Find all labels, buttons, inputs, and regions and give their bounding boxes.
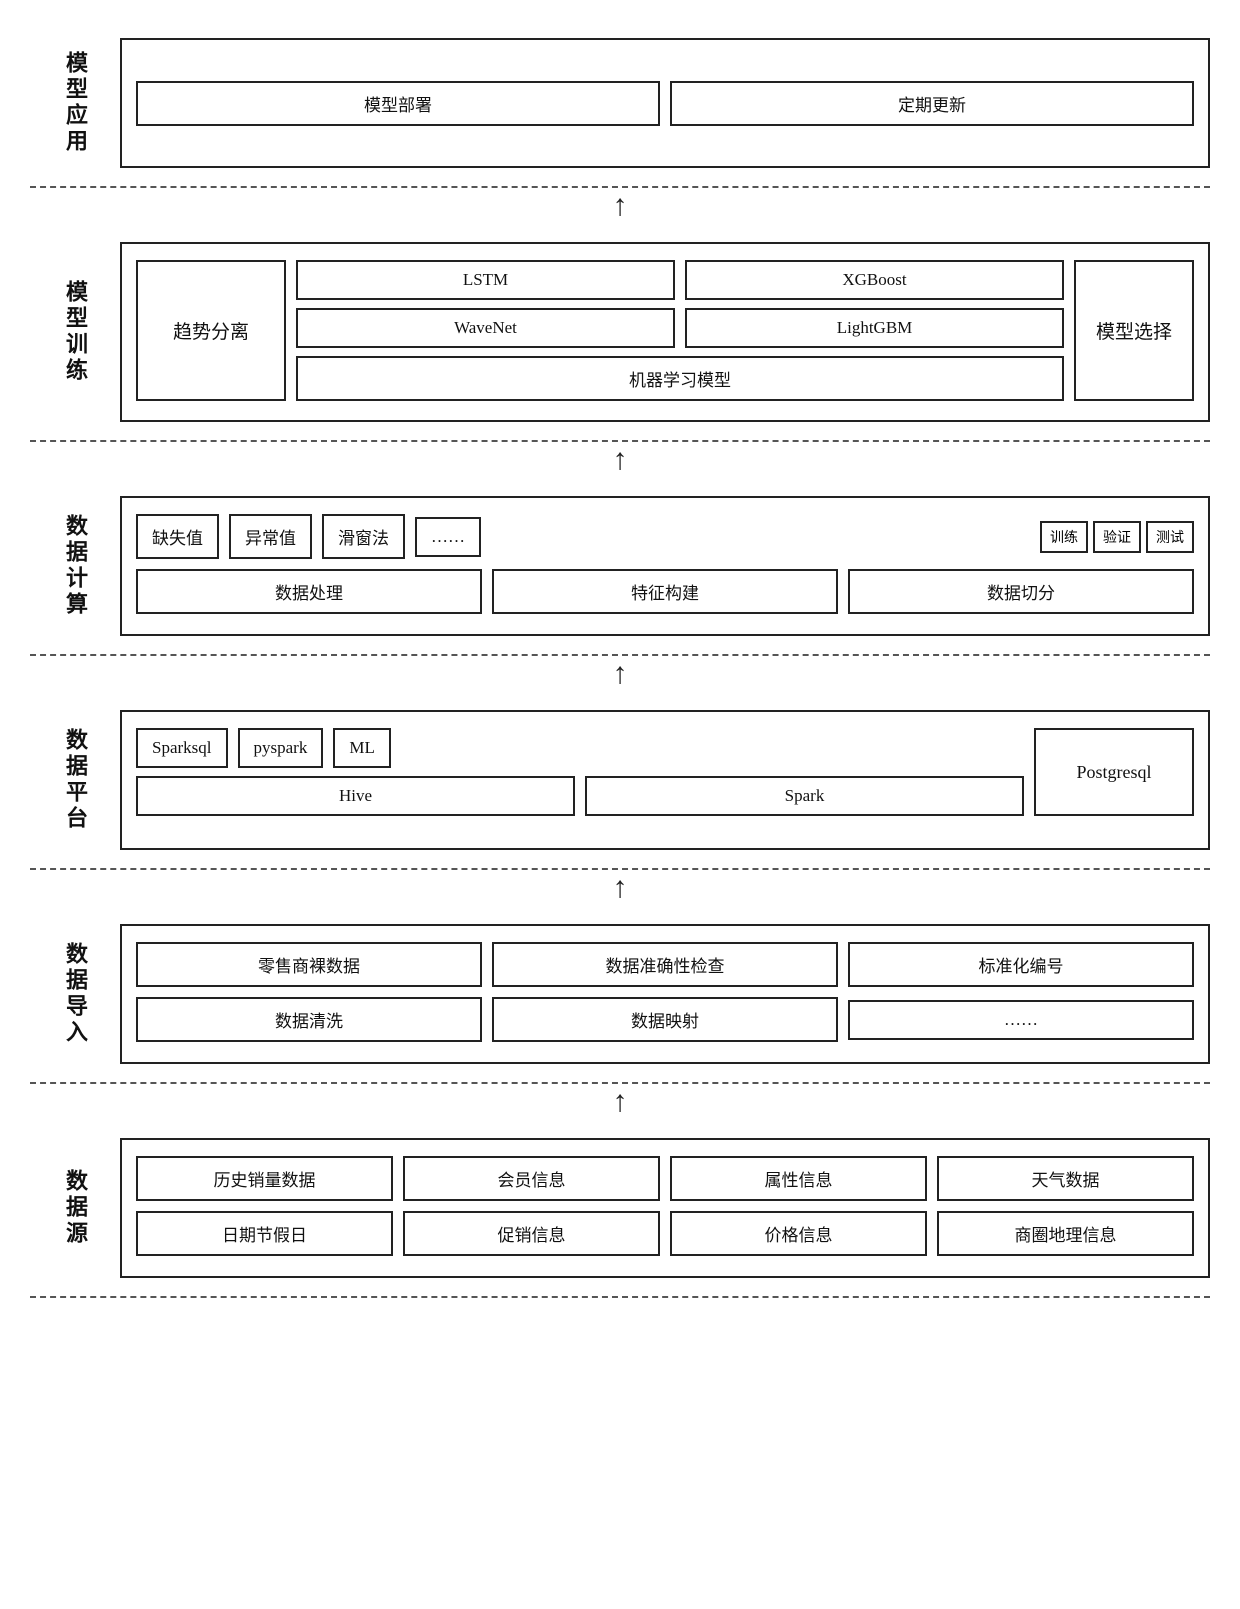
connector-apply-train: ↑ [30,188,1210,224]
compute-bottom-row: 数据处理 特征构建 数据切分 [136,569,1194,614]
platform-left: Sparksql pyspark ML Hive Spark [136,728,1024,816]
connector-compute-platform: ↑ [30,656,1210,692]
arrow-icon-1: ↑ [613,188,628,224]
box-spark: Spark [585,776,1024,816]
layer-content-data-import: 零售商裸数据 数据准确性检查 标准化编号 数据清洗 数据映射 …… [120,924,1210,1064]
box-sparksql: Sparksql [136,728,228,768]
model-bottom-row: 机器学习模型 [296,356,1064,401]
box-lightgbm: LightGBM [685,308,1064,348]
box-train-split: 训练 [1040,521,1088,553]
box-geo-info: 商圈地理信息 [937,1211,1194,1256]
box-data-map: 数据映射 [492,997,838,1042]
layer-content-data-compute: 缺失值 异常值 滑窗法 …… 训练 验证 测试 数据处理 特征构建 数据切分 [120,496,1210,636]
layer-content-data-platform: Sparksql pyspark ML Hive Spark Postgresq… [120,710,1210,850]
layer-label-data-platform: 数据平台 [30,710,120,850]
box-standardize-id: 标准化编号 [848,942,1194,987]
box-sliding-window: 滑窗法 [322,514,405,559]
arrow-icon-3: ↑ [613,656,628,692]
box-feature-build: 特征构建 [492,569,838,614]
box-etc: …… [415,517,481,557]
source-bottom-row: 日期节假日 促销信息 价格信息 商圈地理信息 [136,1211,1194,1256]
layer-data-source: 数据源 历史销量数据 会员信息 属性信息 天气数据 日期节假日 促销信息 价格信… [30,1120,1210,1298]
box-ml: ML [333,728,391,768]
box-regular-update: 定期更新 [670,81,1194,126]
box-ml-model: 机器学习模型 [296,356,1064,401]
box-data-accuracy: 数据准确性检查 [492,942,838,987]
layer-data-import: 数据导入 零售商裸数据 数据准确性检查 标准化编号 数据清洗 数据映射 …… [30,906,1210,1084]
box-pyspark: pyspark [238,728,324,768]
connector-platform-import: ↑ [30,870,1210,906]
box-model-deploy: 模型部署 [136,81,660,126]
box-etc2: …… [848,1000,1194,1040]
box-history-sales: 历史销量数据 [136,1156,393,1201]
model-grid: LSTM XGBoost WaveNet LightGBM 机器学习模型 [296,260,1064,401]
box-retail-raw: 零售商裸数据 [136,942,482,987]
model-apply-row: 模型部署 定期更新 [136,81,1194,126]
layer-content-model-train: 趋势分离 LSTM XGBoost WaveNet LightGBM 机器学习模… [120,242,1210,422]
import-top-row: 零售商裸数据 数据准确性检查 标准化编号 [136,942,1194,987]
box-missing-val: 缺失值 [136,514,219,559]
box-wavenet: WaveNet [296,308,675,348]
box-test-split: 测试 [1146,521,1194,553]
layer-label-data-import: 数据导入 [30,924,120,1064]
split-boxes-group: 训练 验证 测试 [1040,521,1194,553]
box-data-process: 数据处理 [136,569,482,614]
arrow-icon-2: ↑ [613,442,628,478]
box-anomaly-val: 异常值 [229,514,312,559]
box-attribute-info: 属性信息 [670,1156,927,1201]
platform-top-row: Sparksql pyspark ML [136,728,1024,768]
arrow-icon-4: ↑ [613,870,628,906]
box-member-info: 会员信息 [403,1156,660,1201]
architecture-diagram: 模型应用 模型部署 定期更新 ↑ 模型训练 趋势分离 LSTM XGBoost [30,20,1210,1298]
box-price-info: 价格信息 [670,1211,927,1256]
box-model-select: 模型选择 [1074,260,1194,401]
box-promo-info: 促销信息 [403,1211,660,1256]
layer-data-platform: 数据平台 Sparksql pyspark ML Hive Spark Post… [30,692,1210,870]
layer-label-model-train: 模型训练 [30,242,120,422]
source-top-row: 历史销量数据 会员信息 属性信息 天气数据 [136,1156,1194,1201]
layer-label-data-source: 数据源 [30,1138,120,1278]
platform-main-row: Sparksql pyspark ML Hive Spark Postgresq… [136,728,1194,816]
layer-model-apply: 模型应用 模型部署 定期更新 [30,20,1210,188]
platform-bottom-row: Hive Spark [136,776,1024,816]
box-hive: Hive [136,776,575,816]
layer-content-data-source: 历史销量数据 会员信息 属性信息 天气数据 日期节假日 促销信息 价格信息 商圈… [120,1138,1210,1278]
box-lstm: LSTM [296,260,675,300]
import-bottom-row: 数据清洗 数据映射 …… [136,997,1194,1042]
layer-label-data-compute: 数据计算 [30,496,120,636]
box-date-holiday: 日期节假日 [136,1211,393,1256]
layer-content-model-apply: 模型部署 定期更新 [120,38,1210,168]
compute-top-row: 缺失值 异常值 滑窗法 …… 训练 验证 测试 [136,514,1194,559]
box-xgboost: XGBoost [685,260,1064,300]
box-validate-split: 验证 [1093,521,1141,553]
layer-model-train: 模型训练 趋势分离 LSTM XGBoost WaveNet LightGBM [30,224,1210,442]
connector-train-compute: ↑ [30,442,1210,478]
box-trend-separation: 趋势分离 [136,260,286,401]
arrow-icon-5: ↑ [613,1084,628,1120]
model-top-row: LSTM XGBoost [296,260,1064,300]
layer-data-compute: 数据计算 缺失值 异常值 滑窗法 …… 训练 验证 测试 数据处理 特征构建 数… [30,478,1210,656]
box-data-clean: 数据清洗 [136,997,482,1042]
layer-label-model-apply: 模型应用 [30,38,120,168]
box-postgresql: Postgresql [1034,728,1194,816]
model-train-row: 趋势分离 LSTM XGBoost WaveNet LightGBM 机器学习模… [136,260,1194,401]
connector-import-source: ↑ [30,1084,1210,1120]
model-mid-row: WaveNet LightGBM [296,308,1064,348]
box-data-split: 数据切分 [848,569,1194,614]
box-weather-data: 天气数据 [937,1156,1194,1201]
